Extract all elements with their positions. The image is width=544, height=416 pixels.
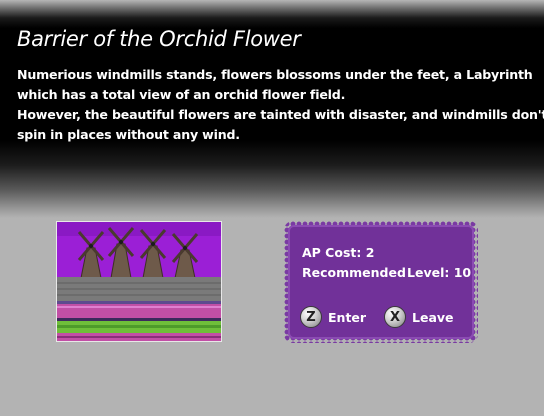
windmill-field-illustration bbox=[57, 222, 221, 341]
enter-button[interactable]: Z Enter bbox=[300, 305, 366, 329]
dungeon-select-screen: Barrier of the Orchid Flower Numerious w… bbox=[0, 0, 544, 416]
description-banner: Barrier of the Orchid Flower Numerious w… bbox=[0, 0, 544, 218]
description-line: Numerious windmills stands, flowers blos… bbox=[17, 67, 533, 82]
dungeon-description: Numerious windmills stands, flowers blos… bbox=[17, 65, 544, 145]
leave-label: Leave bbox=[412, 309, 454, 325]
ap-cost: AP Cost: 2 bbox=[302, 245, 375, 260]
description-line: which has a total view of an orchid flow… bbox=[17, 87, 346, 102]
description-line: spin in places without any wind. bbox=[17, 127, 240, 142]
info-panel: AP Cost: 2 Recommended Level: 10 Z Enter… bbox=[288, 225, 474, 339]
leave-button[interactable]: X Leave bbox=[384, 305, 454, 329]
recommended-label: Recommended bbox=[302, 265, 406, 280]
enter-label: Enter bbox=[328, 309, 367, 325]
x-key-icon: X bbox=[384, 306, 406, 328]
z-key-icon: Z bbox=[300, 306, 322, 328]
recommended-level: Level: 10 bbox=[407, 265, 472, 280]
dungeon-preview-image bbox=[56, 221, 222, 342]
dungeon-title: Barrier of the Orchid Flower bbox=[17, 27, 301, 51]
description-line: However, the beautiful flowers are taint… bbox=[17, 107, 544, 122]
